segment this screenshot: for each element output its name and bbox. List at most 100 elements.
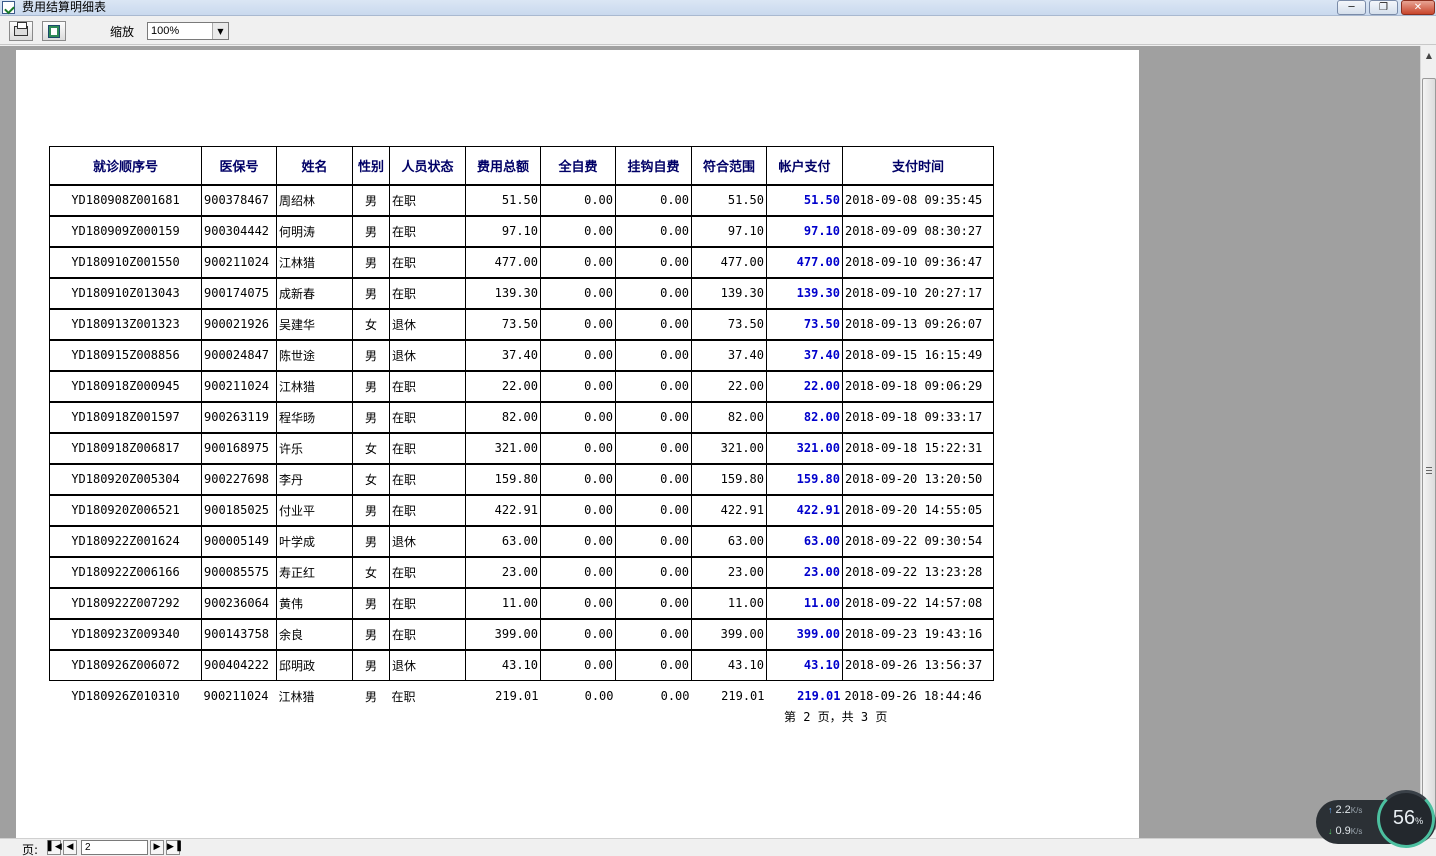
account-payment-cell: 399.00 [766, 617, 843, 650]
insurance-number-cell: 900168975 [201, 431, 277, 464]
usage-percent-sign: % [1415, 816, 1424, 826]
patient-name-cell: 寿正红 [276, 555, 353, 588]
window-title: 费用结算明细表 [22, 0, 107, 14]
table-row: YD180918Z001597 900263119 程华旸男在职 82.00 0.00 0… [49, 400, 994, 433]
personnel-status-cell: 在职 [389, 369, 466, 402]
upload-rate: ↑ 2.2K/s [1328, 804, 1362, 816]
self-pay-cell: 0.00 [540, 183, 616, 216]
last-page-button[interactable]: ▶▐ [166, 840, 181, 855]
patient-name-cell: 邱明政 [276, 648, 353, 681]
patient-name-cell: 吴建华 [276, 307, 353, 340]
table-row: YD180918Z000945 900211024 江林猎男在职 22.00 0.00 0… [49, 369, 994, 402]
eligible-range-cell: 139.30 [691, 276, 767, 309]
visit-number-cell: YD180908Z001681 [49, 183, 202, 216]
close-button[interactable]: ✕ [1401, 0, 1435, 15]
eligible-range-cell: 22.00 [691, 369, 767, 402]
self-pay-cell: 0.00 [540, 586, 616, 619]
table-header-row: 就诊顺序号 医保号 姓名 性别 人员状态 费用总额 全自费 挂钩自费 符合范围 … [49, 146, 994, 186]
total-fee-cell: 23.00 [465, 555, 541, 588]
self-pay-cell: 0.00 [540, 648, 616, 681]
usage-gauge[interactable]: 56% [1377, 790, 1435, 848]
linked-self-pay-cell: 0.00 [615, 245, 692, 278]
insurance-number-cell: 900185025 [201, 493, 277, 526]
payment-time-cell: 2018-09-22 13:23:28 [842, 555, 994, 588]
insurance-number-cell: 900263119 [201, 400, 277, 433]
personnel-status-cell: 退休 [389, 648, 466, 681]
visit-number-cell: YD180915Z008856 [49, 338, 202, 371]
account-payment-cell: 422.91 [766, 493, 843, 526]
total-fee-cell: 97.10 [465, 214, 541, 247]
upload-arrow-icon: ↑ [1328, 805, 1333, 815]
chevron-down-icon[interactable]: ▼ [212, 23, 228, 39]
previous-page-button[interactable]: ◀ [63, 840, 77, 855]
patient-name-cell: 李丹 [276, 462, 353, 495]
minimize-button[interactable]: ─ [1337, 0, 1366, 15]
linked-self-pay-cell: 0.00 [615, 617, 692, 650]
total-fee-cell: 139.30 [465, 276, 541, 309]
personnel-status-cell: 在职 [389, 245, 466, 278]
restore-button[interactable]: ❐ [1369, 0, 1398, 15]
total-fee-cell: 422.91 [465, 493, 541, 526]
eligible-range-cell: 159.80 [691, 462, 767, 495]
account-payment-cell: 43.10 [766, 648, 843, 681]
personnel-status-cell: 在职 [391, 689, 416, 704]
gender-cell: 男 [364, 689, 377, 704]
visit-number-cell: YD180926Z006072 [49, 648, 202, 681]
patient-name-cell: 江林猎 [278, 689, 315, 704]
total-fee-cell: 51.50 [465, 183, 541, 216]
zoom-select[interactable]: 100% ▼ [147, 22, 229, 40]
next-page-button[interactable]: ▶ [150, 840, 164, 855]
visit-number-cell: YD180909Z000159 [49, 214, 202, 247]
gender-cell: 男 [352, 400, 390, 433]
payment-time-cell: 2018-09-08 09:35:45 [842, 183, 994, 216]
gender-cell: 女 [352, 431, 390, 464]
gender-cell: 女 [352, 462, 390, 495]
table-row: YD180926Z010310 900211024 江林猎 男在职 219.01 0.00… [50, 681, 994, 712]
download-arrow-icon: ↓ [1328, 826, 1333, 836]
gender-cell: 男 [352, 183, 390, 216]
payment-time-cell: 2018-09-18 09:06:29 [842, 369, 994, 402]
visit-number-cell: YD180910Z001550 [49, 245, 202, 278]
eligible-range-cell: 97.10 [691, 214, 767, 247]
page-number-input[interactable]: 2 [81, 840, 148, 855]
self-pay-cell: 0.00 [540, 524, 616, 557]
payment-time-cell: 2018-09-22 09:30:54 [842, 524, 994, 557]
export-button[interactable] [42, 21, 66, 41]
table-row: YD180910Z013043 900174075 成新春男在职 139.30 0.00… [49, 276, 994, 309]
insurance-number-cell: 900024847 [201, 338, 277, 371]
table-row: YD180918Z006817 900168975 许乐女在职 321.00 0.00 0… [49, 431, 994, 464]
personnel-status-cell: 在职 [389, 586, 466, 619]
insurance-number-cell: 900211024 [203, 689, 269, 704]
self-pay-cell: 0.00 [540, 338, 616, 371]
gender-cell: 女 [352, 555, 390, 588]
report-preview-area: 就诊顺序号 医保号 姓名 性别 人员状态 费用总额 全自费 挂钩自费 符合范围 … [0, 46, 1420, 838]
grip-icon [1426, 467, 1432, 474]
total-fee-cell: 82.00 [465, 400, 541, 433]
account-payment-cell: 51.50 [766, 183, 843, 216]
self-pay-cell: 0.00 [540, 617, 616, 650]
insurance-number-cell: 900005149 [201, 524, 277, 557]
scrollbar-thumb[interactable] [1422, 78, 1436, 830]
patient-name-cell: 江林猎 [276, 369, 353, 402]
self-pay-cell: 0.00 [540, 555, 616, 588]
table-row: YD180922Z001624 900005149 叶学成男退休 63.00 0.00 0… [49, 524, 994, 557]
usage-percent-value: 56 [1392, 807, 1416, 829]
personnel-status-cell: 在职 [389, 400, 466, 433]
settlement-table: 就诊顺序号 医保号 姓名 性别 人员状态 费用总额 全自费 挂钩自费 符合范围 … [49, 146, 994, 712]
linked-self-pay-cell: 0.00 [615, 493, 692, 526]
patient-name-cell: 成新春 [276, 276, 353, 309]
insurance-number-cell: 900174075 [201, 276, 277, 309]
account-payment-cell: 22.00 [766, 369, 843, 402]
scroll-up-icon[interactable]: ▲ [1422, 48, 1436, 64]
payment-time-cell: 2018-09-20 14:55:05 [842, 493, 994, 526]
linked-self-pay-cell: 0.00 [615, 462, 692, 495]
payment-time-cell: 2018-09-15 16:15:49 [842, 338, 994, 371]
vertical-scrollbar[interactable]: ▲ ▼ [1420, 46, 1436, 838]
upload-unit: K/s [1350, 806, 1363, 815]
export-icon [48, 24, 60, 38]
column-header: 挂钩自费 [615, 146, 692, 186]
print-button[interactable] [9, 21, 33, 41]
payment-time-cell: 2018-09-23 19:43:16 [842, 617, 994, 650]
first-page-button[interactable]: ▌◀ [47, 840, 62, 855]
payment-time-cell: 2018-09-09 08:30:27 [842, 214, 994, 247]
